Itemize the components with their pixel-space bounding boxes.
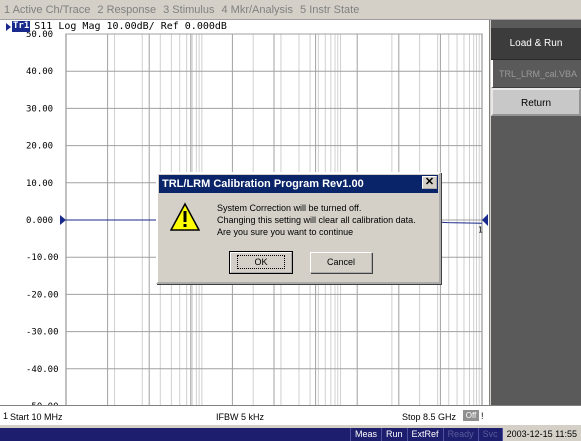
softkey-file-item[interactable]: TRL_LRM_cal.VBA	[491, 60, 581, 88]
channel-number: 1	[3, 411, 9, 421]
instrument-status-bar: Meas Run ExtRef Ready Svc 2003-12-15 11:…	[0, 428, 581, 441]
y-tick-label: 20.00	[26, 142, 53, 152]
cancel-button[interactable]: Cancel	[310, 252, 372, 273]
menu-bar: 1 Active Ch/Trace 2 Response 3 Stimulus …	[0, 0, 581, 20]
dialog-message-line-1: System Correction will be turned off.	[217, 203, 362, 213]
menu-active-ch-trace[interactable]: 1 Active Ch/Trace	[4, 4, 90, 16]
extref-indicator: ExtRef	[406, 428, 443, 441]
menu-response[interactable]: 2 Response	[97, 4, 156, 16]
softkey-load-run-title: Load & Run	[491, 28, 581, 60]
correction-status-badge: Off	[463, 410, 479, 421]
svc-indicator: Svc	[477, 428, 502, 441]
y-tick-label: -10.00	[26, 253, 59, 263]
trace-settings-text: S11 Log Mag 10.00dB/ Ref 0.000dB	[34, 21, 227, 32]
y-tick-label: -30.00	[26, 328, 59, 338]
warning-icon	[170, 202, 200, 231]
ready-indicator: Ready	[442, 428, 478, 441]
ok-button-label: OK	[237, 255, 285, 269]
marker-label: 1	[478, 225, 483, 234]
reference-level-left-marker	[60, 215, 66, 225]
dialog-message-line-2: Changing this setting will clear all cal…	[217, 215, 416, 225]
if-bandwidth: IFBW 5 kHz	[216, 412, 265, 422]
dialog-title: TRL/LRM Calibration Program Rev1.00	[159, 175, 438, 193]
stop-frequency: Stop 8.5 GHz	[402, 412, 457, 422]
trace-header[interactable]: Tr1 S11 Log Mag 10.00dB/ Ref 0.000dB	[6, 21, 227, 32]
start-frequency: Start 10 MHz	[10, 412, 63, 422]
y-tick-label: 0.000	[26, 216, 53, 226]
y-tick-label: 40.00	[26, 67, 53, 77]
trace-badge: Tr1	[12, 21, 31, 32]
dialog-message-line-3: Are you sure you want to continue	[217, 227, 354, 237]
date-time: 2003-12-15 11:55	[501, 428, 581, 441]
softkey-panel: Load & Run TRL_LRM_cal.VBA Return	[491, 20, 581, 405]
y-tick-label: 30.00	[26, 104, 53, 114]
y-tick-label: -40.00	[26, 365, 59, 375]
close-icon[interactable]: ✕	[422, 176, 437, 189]
meas-indicator: Meas	[350, 428, 381, 441]
menu-stimulus[interactable]: 3 Stimulus	[163, 4, 214, 16]
reference-level-right-marker	[482, 214, 488, 226]
calibration-dialog: TRL/LRM Calibration Program Rev1.00 ✕ Sy…	[156, 172, 441, 284]
y-tick-label: 10.00	[26, 179, 53, 189]
active-trace-arrow-icon	[6, 22, 11, 31]
run-indicator: Run	[381, 428, 407, 441]
ok-button[interactable]: OK	[229, 251, 293, 274]
channel-status-bar: 1 Start 10 MHz IFBW 5 kHz Stop 8.5 GHz O…	[0, 405, 581, 425]
menu-mkr-analysis[interactable]: 4 Mkr/Analysis	[221, 4, 293, 16]
warning-indicator: !	[481, 411, 484, 421]
menu-instr-state[interactable]: 5 Instr State	[300, 4, 359, 16]
return-button[interactable]: Return	[491, 88, 581, 116]
y-tick-label: -20.00	[26, 290, 59, 300]
